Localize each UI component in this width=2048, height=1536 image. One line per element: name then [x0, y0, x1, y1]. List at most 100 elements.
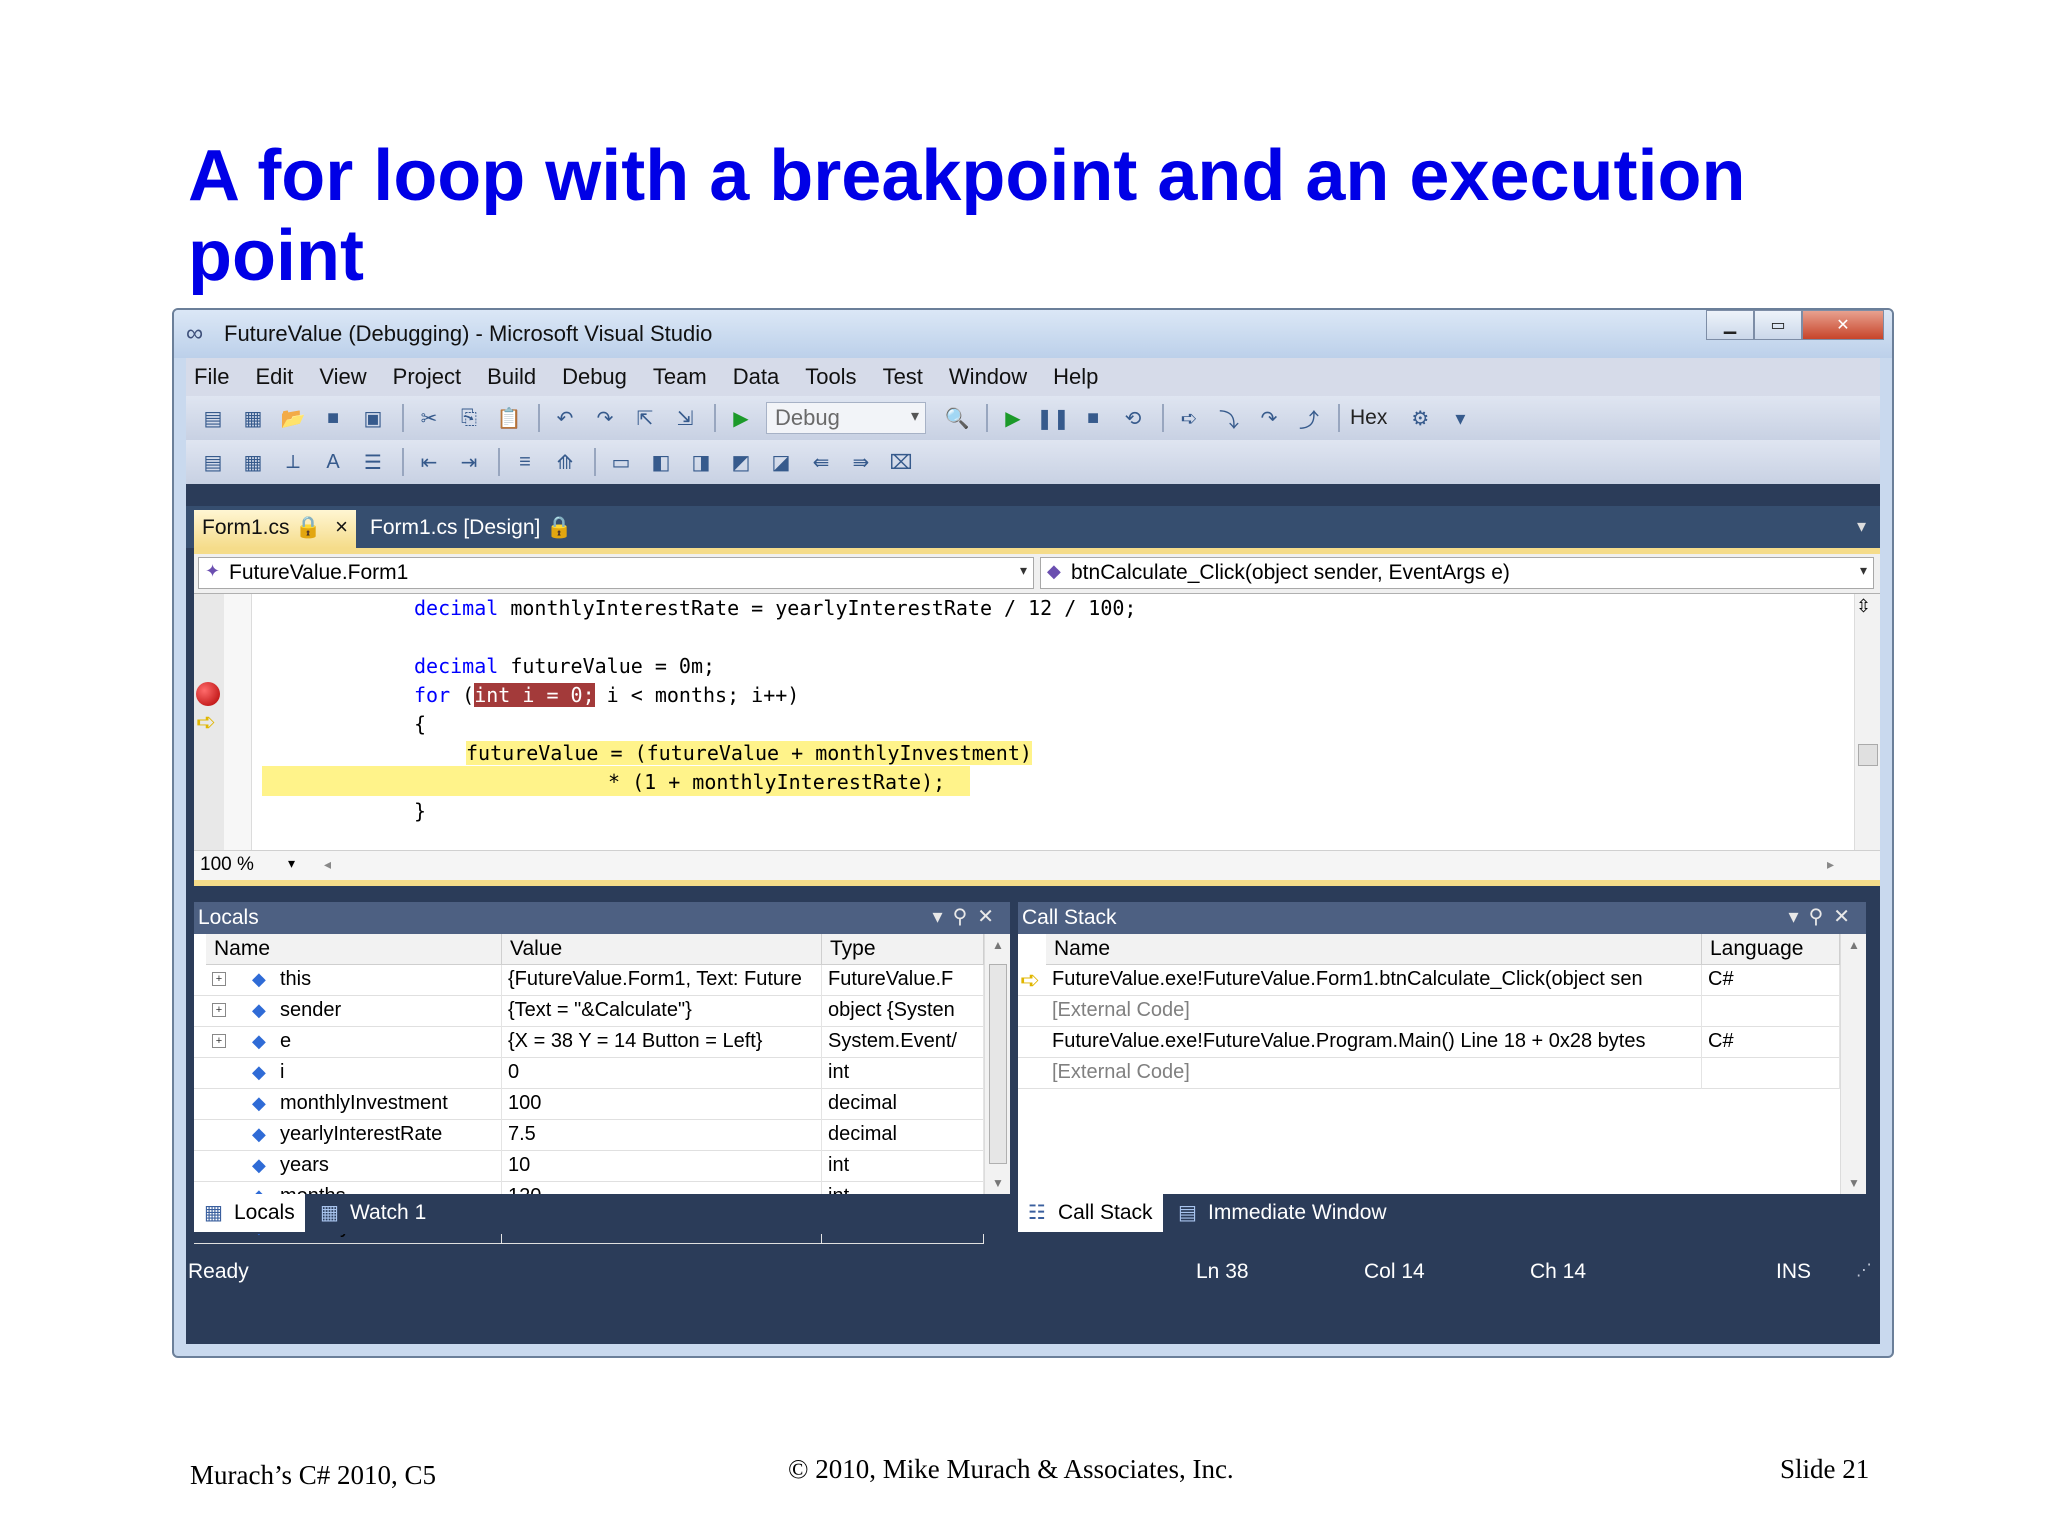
comment-lines-icon[interactable]: ≡: [510, 449, 540, 475]
menu-team[interactable]: Team: [653, 364, 707, 390]
stop-debugging-icon[interactable]: ■: [1078, 405, 1108, 431]
resize-grip-icon[interactable]: ⋰: [1856, 1260, 1872, 1288]
table-row[interactable]: ◆ monthlyInvestment 100 decimal: [194, 1089, 984, 1120]
scroll-thumb[interactable]: [1858, 744, 1878, 766]
table-row[interactable]: + ◆ this {FutureValue.Form1, Text: Futur…: [194, 965, 984, 996]
start-debugging-icon[interactable]: ▶: [726, 405, 756, 431]
menu-test[interactable]: Test: [883, 364, 923, 390]
pin-icon[interactable]: ⚲: [1809, 906, 1834, 928]
scroll-down-icon[interactable]: ▼: [1848, 1176, 1860, 1190]
scroll-down-icon[interactable]: ▼: [992, 1176, 1004, 1190]
display-word-icon[interactable]: ☰: [358, 449, 388, 475]
window-position-icon[interactable]: ▾: [1789, 906, 1809, 928]
close-button[interactable]: ✕: [1802, 310, 1884, 340]
navigate-forward-icon[interactable]: ⇲: [670, 405, 700, 431]
tab-locals[interactable]: ▦ Locals: [194, 1194, 305, 1232]
show-next-statement-icon[interactable]: ➪: [1174, 405, 1204, 431]
menu-project[interactable]: Project: [393, 364, 461, 390]
display-object-member-list-icon[interactable]: ▤: [198, 449, 228, 475]
minimize-button[interactable]: ▁: [1706, 310, 1754, 340]
complete-word-icon[interactable]: A: [318, 449, 348, 475]
toggle-bookmark-icon[interactable]: ▭: [606, 449, 636, 475]
paste-icon[interactable]: 📋: [494, 405, 524, 431]
active-files-dropdown-icon[interactable]: ▾: [1857, 516, 1866, 537]
menu-help[interactable]: Help: [1053, 364, 1098, 390]
scroll-left-icon[interactable]: ◂: [324, 856, 331, 873]
solution-configuration-combo[interactable]: Debug: [766, 402, 926, 434]
table-row[interactable]: [External Code]: [1018, 996, 1840, 1027]
quick-info-icon[interactable]: ⟂: [278, 449, 308, 475]
menu-data[interactable]: Data: [733, 364, 779, 390]
split-icon[interactable]: ⇳: [1856, 596, 1871, 617]
break-all-icon[interactable]: ❚❚: [1036, 405, 1070, 431]
table-row[interactable]: ◆ years 10 int: [194, 1151, 984, 1182]
column-header-type[interactable]: Type: [822, 934, 984, 965]
menu-tools[interactable]: Tools: [805, 364, 856, 390]
pin-icon[interactable]: ⚲: [953, 906, 978, 928]
save-all-icon[interactable]: ▣: [358, 405, 388, 431]
menu-debug[interactable]: Debug: [562, 364, 627, 390]
tab-immediate-window[interactable]: ▤ Immediate Window: [1168, 1194, 1397, 1232]
column-header-name[interactable]: Name: [1046, 934, 1702, 965]
tab-form1-design[interactable]: Form1.cs [Design] 🔒: [362, 510, 580, 548]
previous-bookmark-folder-icon[interactable]: ◩: [726, 449, 756, 475]
cut-icon[interactable]: ✂: [414, 405, 444, 431]
types-combo[interactable]: ✦ FutureValue.Form1: [198, 557, 1034, 589]
locals-scrollbar[interactable]: ▲ ▼: [984, 934, 1010, 1194]
next-bookmark-folder-icon[interactable]: ◪: [766, 449, 796, 475]
window-position-icon[interactable]: ▾: [933, 906, 953, 928]
previous-bookmark-icon[interactable]: ◧: [646, 449, 676, 475]
editor-vertical-scrollbar[interactable]: ⇳: [1854, 594, 1880, 850]
call-stack-scrollbar[interactable]: ▲ ▼: [1840, 934, 1866, 1194]
breakpoints-window-icon[interactable]: ⚙: [1405, 405, 1435, 431]
zoom-level[interactable]: 100 %: [200, 854, 254, 876]
editor-horizontal-scrollbar[interactable]: 100 % ▾ ◂ ▸: [194, 850, 1880, 880]
continue-icon[interactable]: ▶: [998, 405, 1028, 431]
close-tab-icon[interactable]: ×: [335, 514, 348, 540]
step-into-icon[interactable]: ⤵: [1214, 405, 1244, 432]
step-over-icon[interactable]: ↷: [1254, 405, 1284, 431]
hex-button[interactable]: Hex: [1350, 406, 1387, 430]
menu-view[interactable]: View: [319, 364, 366, 390]
menu-window[interactable]: Window: [949, 364, 1027, 390]
table-row[interactable]: ◆ i 0 int: [194, 1058, 984, 1089]
scroll-right-icon[interactable]: ▸: [1827, 856, 1834, 873]
breakpoint-icon[interactable]: [196, 682, 220, 706]
add-item-icon[interactable]: ▦: [238, 405, 268, 431]
increase-indent-icon[interactable]: ⇥: [454, 449, 484, 475]
windows-dropdown-icon[interactable]: ▾: [1445, 405, 1475, 431]
tab-form1-cs[interactable]: Form1.cs 🔒 ×: [194, 510, 356, 548]
find-in-files-icon[interactable]: 🔍: [942, 405, 972, 431]
navigate-backward-icon[interactable]: ⇱: [630, 405, 660, 431]
table-row[interactable]: ➪ FutureValue.exe!FutureValue.Form1.btnC…: [1018, 965, 1840, 996]
scroll-up-icon[interactable]: ▲: [992, 938, 1004, 952]
table-row[interactable]: FutureValue.exe!FutureValue.Program.Main…: [1018, 1027, 1840, 1058]
code-editor[interactable]: ➪ decimal monthlyInterestRate = yearlyIn…: [194, 594, 1880, 850]
scroll-up-icon[interactable]: ▲: [1848, 938, 1860, 952]
tab-watch-1[interactable]: ▦ Watch 1: [310, 1194, 436, 1232]
previous-bookmark-document-icon[interactable]: ⇚: [806, 449, 836, 475]
column-header-value[interactable]: Value: [502, 934, 822, 965]
maximize-button[interactable]: ▭: [1754, 310, 1802, 340]
decrease-indent-icon[interactable]: ⇤: [414, 449, 444, 475]
table-row[interactable]: + ◆ e {X = 38 Y = 14 Button = Left} Syst…: [194, 1027, 984, 1058]
next-bookmark-icon[interactable]: ◨: [686, 449, 716, 475]
restart-icon[interactable]: ⟲: [1118, 405, 1148, 431]
zoom-dropdown-icon[interactable]: ▾: [288, 855, 295, 872]
members-combo[interactable]: ◆ btnCalculate_Click(object sender, Even…: [1040, 557, 1874, 589]
column-header-name[interactable]: Name: [206, 934, 502, 965]
column-header-language[interactable]: Language: [1702, 934, 1840, 965]
uncomment-lines-icon[interactable]: ⟰: [550, 449, 580, 475]
expand-icon[interactable]: +: [212, 1034, 226, 1048]
next-bookmark-document-icon[interactable]: ⇛: [846, 449, 876, 475]
clear-bookmarks-icon[interactable]: ⌧: [886, 449, 916, 475]
close-icon[interactable]: ✕: [1833, 906, 1860, 928]
scroll-thumb[interactable]: [989, 964, 1007, 1164]
step-out-icon[interactable]: ⤴: [1294, 405, 1324, 432]
save-icon[interactable]: ■: [318, 405, 348, 431]
undo-icon[interactable]: ↶: [550, 405, 580, 431]
tab-call-stack[interactable]: ☷ Call Stack: [1018, 1194, 1163, 1232]
menu-file[interactable]: File: [194, 364, 229, 390]
expand-icon[interactable]: +: [212, 1003, 226, 1017]
table-row[interactable]: + ◆ sender {Text = "&Calculate"} object …: [194, 996, 984, 1027]
